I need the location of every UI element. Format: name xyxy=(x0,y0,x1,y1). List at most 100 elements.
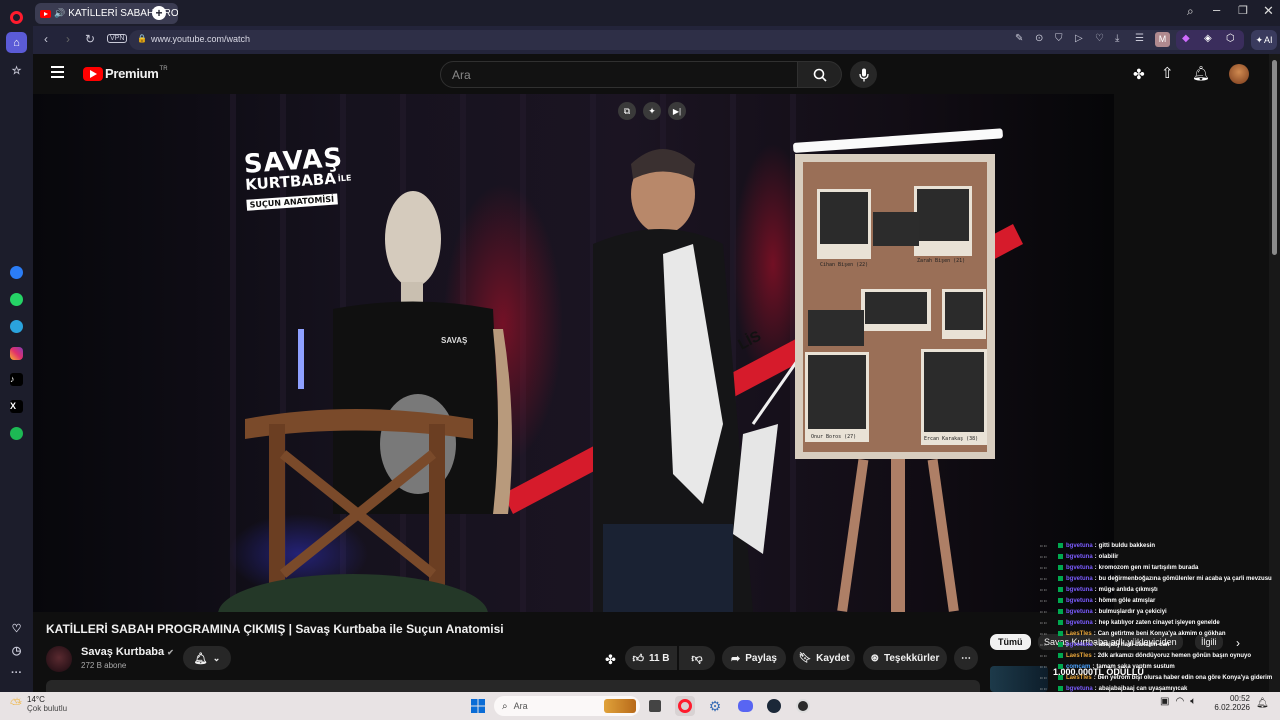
weather-widget[interactable]: ⛅︎ 14°C Çok bulutlu xyxy=(10,695,67,713)
thanks-button[interactable]: ⊛ Teşekkürler xyxy=(863,646,947,670)
sidebar-instagram-button[interactable] xyxy=(6,343,27,364)
avatar[interactable] xyxy=(1229,64,1249,84)
url-field[interactable]: VPN 🔒 www.youtube.com/watch ✎ ⊙ ⛉ ▷ ♡ ⤓ … xyxy=(107,30,1203,50)
chat-text: Can getirtme beni Konya'ya akmim o gökha… xyxy=(1097,630,1226,637)
sidebar-tiktok-button[interactable]: ♪ xyxy=(6,369,27,390)
skip-button[interactable]: ▶| xyxy=(668,102,686,120)
chat-separator: : xyxy=(1093,652,1096,659)
sidebar-home-button[interactable]: ⌂ xyxy=(6,32,27,53)
description-bar[interactable] xyxy=(46,680,980,692)
tray-display-icon[interactable]: ▣ xyxy=(1160,696,1169,707)
share-button[interactable]: ➦ Paylaş xyxy=(722,646,786,670)
whatsapp-icon xyxy=(10,293,23,306)
tray-wifi-icon[interactable]: ◠ xyxy=(1175,696,1184,707)
chat-separator: : xyxy=(1093,630,1096,637)
clock[interactable]: 00:52 6.02.2026 xyxy=(1200,694,1250,712)
sidebar-whatsapp-button[interactable] xyxy=(6,289,27,310)
steam-icon xyxy=(767,699,781,713)
sidebar-telegram-button[interactable] xyxy=(6,316,27,337)
dislike-button[interactable]: 👎︎ xyxy=(679,646,715,670)
channel-name[interactable]: Savaş Kurtbaba ✔ xyxy=(81,646,174,658)
camera-icon[interactable]: ⊙ xyxy=(1035,33,1043,44)
tab-search-button[interactable]: ⌕ xyxy=(1187,4,1194,19)
back-button[interactable]: ‹ xyxy=(38,32,54,46)
chat-message: •• •• LaesTles: Can getirtme beni Konya'ya… xyxy=(1040,628,1280,639)
notifications-button[interactable]: 🔔︎ xyxy=(1192,65,1210,82)
ai-summary-button[interactable]: ✦ xyxy=(643,102,661,120)
taskbar-steam[interactable] xyxy=(764,696,784,716)
upload-button[interactable]: ⇧ xyxy=(1161,64,1174,82)
cube-icon[interactable]: ⬡ xyxy=(1226,33,1235,44)
edit-page-icon[interactable]: ✎ xyxy=(1015,33,1023,44)
voice-search-button[interactable] xyxy=(850,61,877,88)
notification-center-button[interactable]: 🔔︎ xyxy=(1256,698,1269,709)
notification-icon: 🔔︎ xyxy=(1256,698,1269,709)
search-input[interactable]: Ara xyxy=(440,61,798,88)
sidebar-spotify-button[interactable] xyxy=(6,423,27,444)
taskbar-opera[interactable] xyxy=(675,696,695,716)
taskbar-obs[interactable] xyxy=(793,696,813,716)
sidebar-more-button[interactable]: ··· xyxy=(6,662,27,683)
extension-action-button[interactable]: ✤ xyxy=(605,652,616,668)
profile-button[interactable]: M xyxy=(1155,32,1170,47)
shield-icon[interactable]: ⛉ xyxy=(1055,33,1063,44)
aria-icon[interactable]: ◆ xyxy=(1182,33,1190,44)
ai-button[interactable]: ✦ AI xyxy=(1251,30,1277,50)
forward-button[interactable]: › xyxy=(60,32,76,46)
heart-icon[interactable]: ♡ xyxy=(1095,33,1104,44)
chat-badge-icon xyxy=(1058,587,1063,592)
chip-all[interactable]: Tümü xyxy=(990,634,1031,650)
scrollbar-thumb[interactable] xyxy=(1272,60,1277,255)
download-icon[interactable]: ⤓ xyxy=(1115,33,1119,44)
guide-menu-button[interactable] xyxy=(51,66,65,78)
channel-avatar[interactable] xyxy=(46,646,72,672)
close-button[interactable]: ✕ xyxy=(1263,3,1274,19)
miniplayer-button[interactable]: ⧉ xyxy=(618,102,636,120)
sidebar-x-button[interactable]: X xyxy=(6,396,27,417)
chat-separator: : xyxy=(1092,663,1095,670)
microphone-icon xyxy=(858,68,869,81)
sidebar-messenger-button[interactable] xyxy=(6,262,27,283)
maximize-button[interactable]: ❐ xyxy=(1238,4,1248,17)
search-icon xyxy=(813,68,827,82)
windows-taskbar: ⛅︎ 14°C Çok bulutlu ⌕ Ara ⚙ ▣ ◠ 🔈︎ 00:52… xyxy=(0,692,1280,720)
menu-icon[interactable]: ☰ xyxy=(1135,33,1144,44)
sidebar-speed-dial-button[interactable]: ☆ xyxy=(6,60,27,81)
youtube-logo[interactable]: Premium TR xyxy=(83,66,168,81)
minimize-button[interactable]: – xyxy=(1213,2,1220,17)
tray-volume-icon[interactable]: 🔈︎ xyxy=(1190,696,1196,707)
subscribed-bell-button[interactable]: 🔔︎ ⌄ xyxy=(183,646,231,670)
taskbar-search[interactable]: ⌕ Ara xyxy=(494,696,640,716)
messenger-icon xyxy=(10,266,23,279)
taskbar-search-label: Ara xyxy=(513,701,528,711)
like-button[interactable]: 👍︎ 11 B xyxy=(625,646,677,670)
x-icon: X xyxy=(10,400,23,413)
back-arrow-icon: ‹ xyxy=(44,32,48,46)
board-caption-1: Cihan Bişen (22) xyxy=(820,262,869,268)
chat-badge-icon xyxy=(1058,609,1063,614)
chat-text: bu değirmenboğazına gömülenler mi acaba … xyxy=(1098,575,1272,582)
extension-puzzle-button[interactable]: ✤ xyxy=(1133,66,1145,83)
chat-timestamp: •• •• xyxy=(1040,609,1047,614)
search-button[interactable] xyxy=(798,61,842,88)
reload-button[interactable]: ↻ xyxy=(82,32,98,46)
taskbar-settings-app[interactable]: ⚙ xyxy=(705,696,725,716)
save-button[interactable]: 🔖︎ Kaydet xyxy=(793,646,855,670)
subscriber-count: 272 B abone xyxy=(81,661,127,670)
play-icon[interactable]: ▷ xyxy=(1075,33,1083,44)
save-label: Kaydet xyxy=(816,652,850,664)
chat-text: bulmuşlardır ya çekiciyi xyxy=(1098,608,1167,615)
chat-message: •• •• bgvetuna: bulmuşlardır ya çekiciyi xyxy=(1040,606,1280,617)
opera-menu-button[interactable] xyxy=(6,7,27,28)
chat-separator: : xyxy=(1094,586,1097,593)
taskbar-discord[interactable] xyxy=(735,696,755,716)
diamond-icon[interactable]: ◈ xyxy=(1204,33,1212,44)
more-actions-button[interactable]: ⋯ xyxy=(954,646,978,670)
video-player[interactable]: SAVAŞ KURTBABA İLE SUÇUN ANATOMİSİ SAVAŞ… xyxy=(33,94,1114,612)
start-button[interactable] xyxy=(468,696,488,716)
vpn-badge[interactable]: VPN xyxy=(107,34,128,43)
taskbar-file-explorer[interactable] xyxy=(645,696,665,716)
sidebar-history-button[interactable]: ◷ xyxy=(6,640,27,661)
sidebar-favorites-button[interactable]: ♡ xyxy=(6,618,27,639)
new-tab-button[interactable]: + xyxy=(152,6,166,20)
